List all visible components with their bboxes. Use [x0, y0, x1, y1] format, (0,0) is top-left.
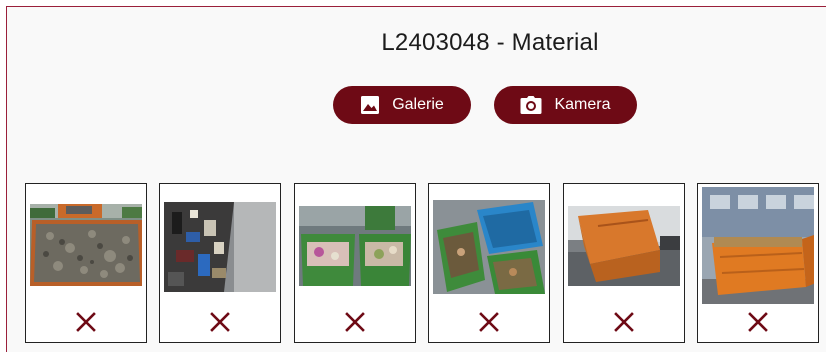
remove-photo-button[interactable]: [160, 311, 280, 338]
camera-button-label: Kamera: [554, 96, 611, 113]
gallery-button-label: Galerie: [392, 96, 444, 113]
close-icon: [613, 311, 635, 338]
camera-button[interactable]: Kamera: [494, 86, 637, 124]
photo-card[interactable]: [697, 183, 819, 343]
remove-photo-button[interactable]: [295, 311, 415, 338]
photo-card[interactable]: [159, 183, 281, 343]
photo-thumbnail[interactable]: [568, 206, 680, 286]
remove-photo-button[interactable]: [429, 311, 549, 338]
photo-thumbnail[interactable]: [299, 206, 411, 286]
camera-icon: [520, 95, 542, 115]
gallery-button[interactable]: Galerie: [333, 86, 471, 124]
photo-card[interactable]: [25, 183, 147, 343]
image-icon: [360, 95, 380, 115]
close-icon: [344, 311, 366, 338]
photo-thumbnail[interactable]: [30, 204, 142, 286]
photo-card[interactable]: [294, 183, 416, 343]
remove-photo-button[interactable]: [564, 311, 684, 338]
material-panel: L2403048 - Material Galerie Kamera: [6, 6, 826, 352]
photo-thumbnail[interactable]: [702, 187, 814, 304]
page-title: L2403048 - Material: [381, 29, 599, 56]
close-icon: [478, 311, 500, 338]
close-icon: [209, 311, 231, 338]
photo-thumbnail[interactable]: [433, 200, 545, 294]
photo-card[interactable]: [428, 183, 550, 343]
photo-card[interactable]: [563, 183, 685, 343]
close-icon: [747, 311, 769, 338]
remove-photo-button[interactable]: [26, 311, 146, 338]
remove-photo-button[interactable]: [698, 311, 818, 338]
photo-thumbnail[interactable]: [164, 202, 276, 292]
close-icon: [75, 311, 97, 338]
